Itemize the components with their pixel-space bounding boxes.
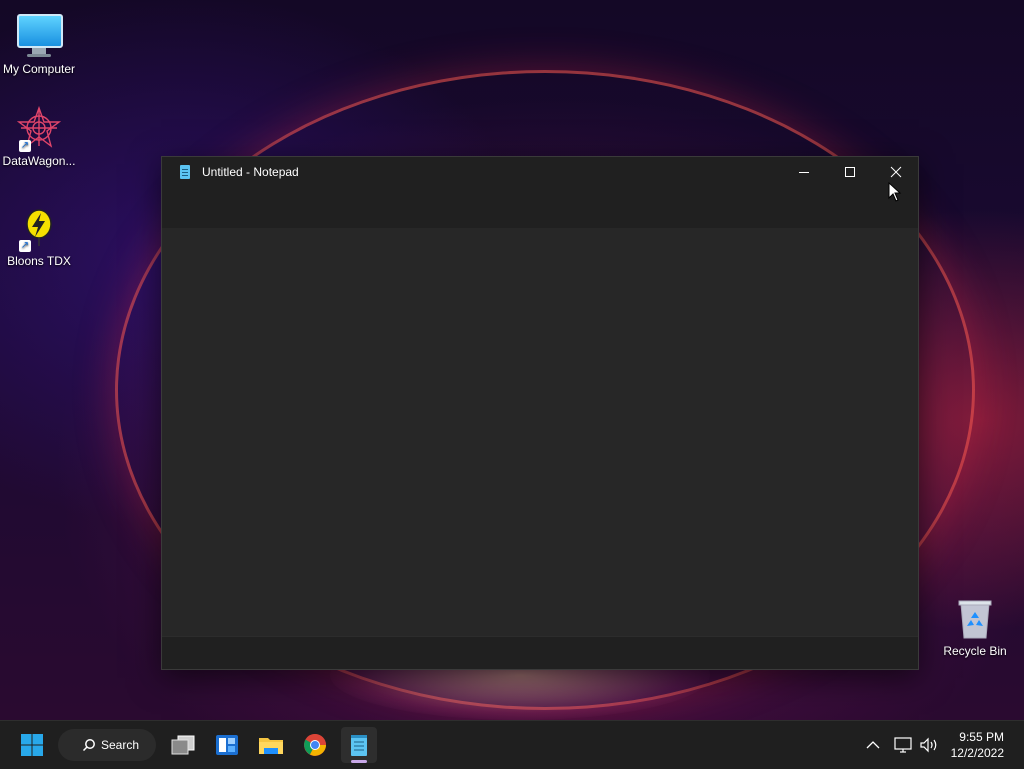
taskbar: Search 9:55 PM 12/2/2022 [0, 720, 1024, 769]
window-title: Untitled - Notepad [202, 165, 299, 179]
recycle-bin-icon [953, 596, 997, 640]
taskbar-widgets[interactable] [209, 727, 245, 763]
tray-volume-button[interactable] [919, 721, 939, 769]
desktop-icon-my-computer[interactable]: My Computer [0, 10, 78, 76]
desktop-icon-label: Bloons TDX [7, 254, 71, 268]
speaker-icon [920, 737, 937, 753]
taskbar-notepad[interactable] [341, 727, 377, 763]
maximize-button[interactable] [827, 157, 873, 187]
active-app-indicator [351, 760, 367, 763]
datawagon-icon: ↗ [16, 105, 62, 152]
maximize-icon [845, 167, 855, 177]
search-icon [82, 739, 95, 752]
title-bar[interactable]: Untitled - Notepad [162, 157, 918, 187]
search-button[interactable]: Search [58, 729, 156, 761]
clock-time: 9:55 PM [959, 730, 1004, 744]
desktop-icon-label: Recycle Bin [943, 644, 1007, 658]
tray-overflow-button[interactable] [866, 721, 880, 769]
taskbar-file-explorer[interactable] [253, 727, 289, 763]
chevron-up-icon [866, 741, 880, 749]
taskbar-chrome[interactable] [297, 727, 333, 763]
windows-logo-icon [21, 734, 43, 756]
tray-network-button[interactable] [894, 721, 912, 769]
notepad-window[interactable]: Untitled - Notepad [161, 156, 919, 670]
status-bar [162, 636, 918, 669]
computer-icon [17, 14, 63, 58]
desktop-icon-label: DataWagon... [2, 154, 76, 168]
taskbar-task-view[interactable] [165, 727, 201, 763]
mouse-cursor-icon [888, 182, 902, 202]
search-label: Search [101, 738, 140, 752]
task-view-icon [171, 735, 195, 755]
desktop-icon-recycle-bin[interactable]: Recycle Bin [936, 596, 1014, 658]
network-icon [894, 737, 912, 753]
close-icon [890, 166, 902, 178]
text-editor-area[interactable] [162, 228, 918, 637]
clock-date: 12/2/2022 [950, 746, 1004, 760]
bloons-icon: ↗ [17, 206, 61, 252]
clock[interactable]: 9:55 PM 12/2/2022 [951, 729, 1004, 761]
notepad-icon [180, 165, 190, 179]
notepad-icon [351, 735, 367, 756]
shortcut-arrow-icon: ↗ [19, 240, 31, 252]
minimize-icon [799, 172, 809, 173]
chrome-icon [304, 734, 326, 756]
start-button[interactable] [14, 727, 50, 763]
desktop-icon-label: My Computer [2, 62, 76, 76]
widgets-icon [216, 735, 238, 755]
file-explorer-icon [259, 738, 283, 754]
menu-bar-area [162, 187, 918, 228]
shortcut-arrow-icon: ↗ [19, 140, 31, 152]
desktop-icon-bloons-tdx[interactable]: ↗ Bloons TDX [0, 206, 78, 268]
minimize-button[interactable] [781, 157, 827, 187]
desktop-icon-datawagon[interactable]: ↗ DataWagon... [0, 105, 78, 168]
